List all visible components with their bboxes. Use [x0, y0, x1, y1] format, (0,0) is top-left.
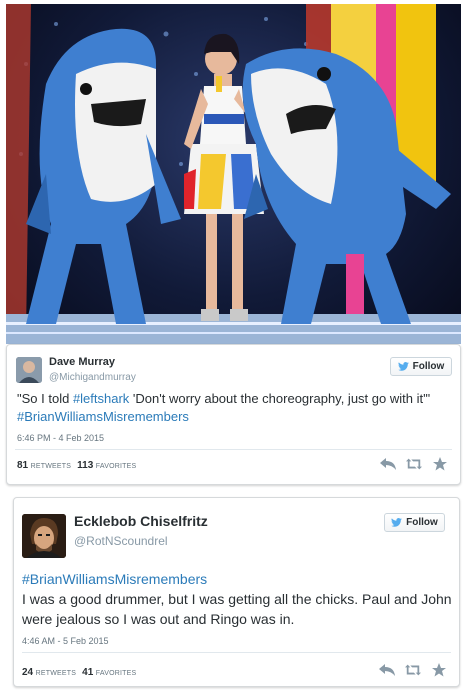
favorite-count-value: 41 — [82, 667, 94, 678]
divider — [22, 652, 451, 653]
avatar[interactable] — [22, 514, 66, 558]
tweet-actions — [379, 663, 447, 677]
tweet-stats: 24 RETWEETS 41 FAVORITES — [22, 667, 136, 678]
hashtag-link[interactable]: #BrianWilliamsMisremembers — [22, 571, 207, 587]
favorite-icon[interactable] — [432, 457, 448, 471]
favorite-count[interactable]: 113 FAVORITES — [77, 460, 136, 471]
tweet-timestamp[interactable]: 4:46 AM - 5 Feb 2015 — [22, 636, 109, 646]
tweet-card: Ecklebob Chiselfritz @RotNScoundrel Foll… — [13, 497, 460, 687]
tweet-text-part: "So I told — [17, 391, 73, 406]
retweet-count-label: RETWEETS — [35, 670, 77, 677]
retweet-count-label: RETWEETS — [30, 463, 72, 470]
avatar-image — [16, 357, 42, 383]
hashtag-link[interactable]: #leftshark — [73, 391, 129, 406]
reply-icon[interactable] — [379, 663, 395, 677]
favorite-icon[interactable] — [431, 663, 447, 677]
follow-button[interactable]: Follow — [390, 357, 452, 376]
favorite-count-label: FAVORITES — [95, 463, 137, 470]
performance-photo — [6, 4, 461, 344]
divider — [15, 449, 452, 450]
retweet-count-value: 24 — [22, 667, 34, 678]
twitter-bird-icon — [391, 518, 403, 527]
favorite-count-label: FAVORITES — [95, 670, 137, 677]
avatar[interactable] — [16, 357, 42, 383]
tweet-actions — [380, 457, 448, 471]
tweet-stats: 81 RETWEETS 113 FAVORITES — [17, 460, 136, 471]
tweet-card: Dave Murray @Michigandmurray Follow "So … — [6, 344, 461, 485]
user-handle[interactable]: @Michigandmurray — [49, 372, 136, 383]
hashtag-link[interactable]: #BrianWilliamsMisremembers — [17, 409, 189, 424]
favorite-count-value: 113 — [77, 460, 94, 471]
retweet-icon[interactable] — [406, 457, 422, 471]
retweet-count-value: 81 — [17, 460, 29, 471]
display-name[interactable]: Dave Murray — [49, 356, 115, 368]
retweet-icon[interactable] — [405, 663, 421, 677]
tweet-text-part: I was a good drummer, but I was getting … — [22, 591, 452, 627]
user-handle[interactable]: @RotNScoundrel — [74, 534, 168, 548]
follow-label: Follow — [406, 517, 438, 528]
follow-button[interactable]: Follow — [384, 513, 445, 532]
tweet-text: #BrianWilliamsMisremembers I was a good d… — [22, 569, 452, 629]
display-name[interactable]: Ecklebob Chiselfritz — [74, 513, 208, 529]
tweet-photo — [6, 4, 461, 344]
retweet-count[interactable]: 81 RETWEETS — [17, 460, 71, 471]
reply-icon[interactable] — [380, 457, 396, 471]
twitter-bird-icon — [397, 362, 409, 371]
tweet-timestamp[interactable]: 6:46 PM - 4 Feb 2015 — [17, 433, 104, 443]
follow-label: Follow — [412, 361, 445, 372]
avatar-image — [22, 514, 66, 558]
retweet-count[interactable]: 24 RETWEETS — [22, 667, 76, 678]
tweet-text-part: 'Don't worry about the choreography, jus… — [129, 391, 431, 406]
favorite-count[interactable]: 41 FAVORITES — [82, 667, 136, 678]
tweet-text: "So I told #leftshark 'Don't worry about… — [17, 390, 447, 426]
